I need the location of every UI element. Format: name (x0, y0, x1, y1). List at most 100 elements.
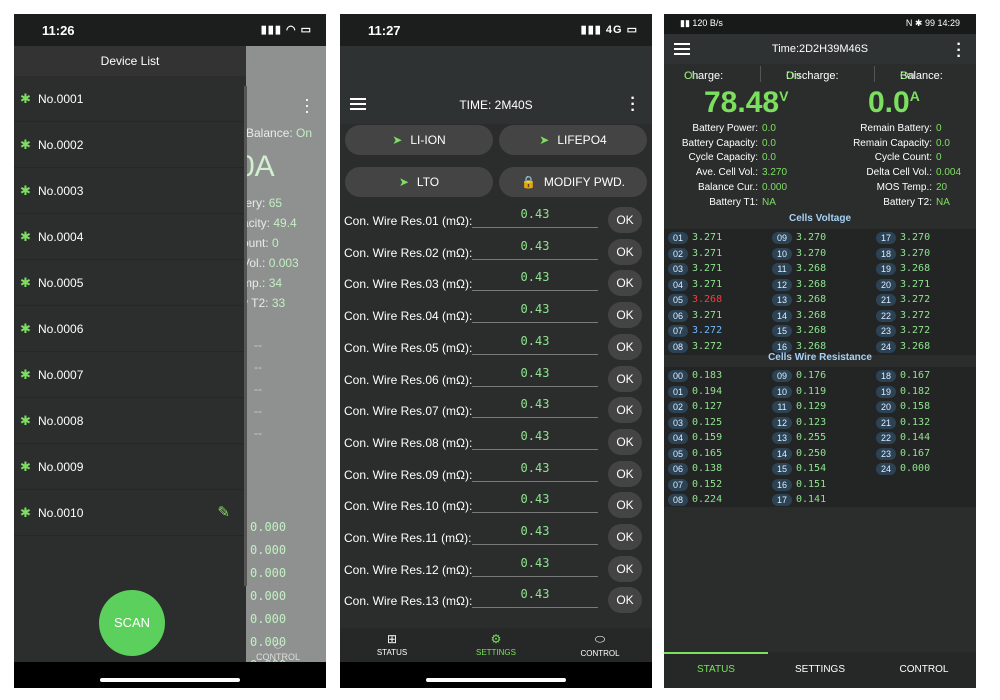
cell-value: 3.272 (900, 325, 931, 336)
tab-control[interactable]: ⬭ CONTROL (560, 632, 640, 658)
tab-status[interactable]: ⊞ STATUS (352, 632, 432, 657)
scan-button[interactable]: SCAN (99, 590, 165, 656)
wire-res-input[interactable]: 0.43 (472, 394, 598, 419)
cell-number: 16 (772, 478, 792, 491)
cell-number: 02 (668, 401, 688, 413)
kv-value: 0.004 (936, 167, 962, 179)
wire-res-input[interactable]: 0.43 (472, 331, 598, 355)
device-item[interactable]: ✱ No.0004 (14, 214, 246, 260)
device-item[interactable]: ✱ No.0006 (14, 306, 246, 352)
selected-tab-indicator (664, 652, 768, 654)
more-icon[interactable]: · · · (956, 37, 962, 65)
cell-value: 0.151 (796, 478, 827, 490)
wire-res-input[interactable]: 0.43 (472, 363, 598, 387)
cell-value: 0.176 (796, 370, 827, 381)
tab-settings[interactable]: ⚙ SETTINGS (456, 632, 536, 657)
device-item[interactable]: ✱ No.0002 (14, 122, 246, 168)
ok-button[interactable]: OK (608, 333, 642, 360)
ok-button[interactable]: OK (608, 460, 642, 487)
cell-number: 01 (668, 385, 688, 398)
wire-res-input[interactable]: 0.43 (472, 299, 598, 324)
bg-row-label: ount: (246, 236, 269, 250)
ok-button[interactable]: OK (608, 555, 642, 582)
cell-number: 18 (876, 247, 896, 260)
wire-res-input[interactable]: 0.43 (472, 584, 598, 609)
ok-button[interactable]: OK (608, 428, 642, 455)
ok-button[interactable]: OK (608, 492, 642, 519)
zero-value: 0.000 (250, 612, 287, 626)
device-item[interactable]: ✱ No.0010 ✎ (14, 490, 246, 536)
cell-value: 0.165 (692, 447, 723, 459)
bluetooth-icon: ✱ (20, 229, 31, 244)
home-indicator[interactable] (426, 678, 566, 682)
cell-item: 21 3.272 (874, 292, 976, 307)
wire-res-input[interactable]: 0.43 (472, 204, 598, 228)
lto-button[interactable]: ➤ LTO (345, 167, 493, 197)
cell-value: 0.182 (900, 385, 931, 397)
ok-button[interactable]: OK (608, 302, 642, 329)
cell-number: 19 (876, 263, 896, 275)
ok-button[interactable]: OK (608, 207, 642, 233)
tab-settings[interactable]: SETTINGS (768, 664, 872, 675)
cell-number: 08 (668, 340, 688, 353)
lifepo4-button[interactable]: ➤ LIFEPO4 (499, 125, 647, 155)
more-icon[interactable]: · · · (630, 91, 636, 119)
modify-password-button[interactable]: 🔒 MODIFY PWD. (499, 167, 647, 197)
ok-button[interactable]: OK (608, 238, 642, 265)
cell-value: 3.270 (796, 247, 827, 259)
device-item[interactable]: ✱ No.0007 (14, 352, 246, 398)
kv-value: NA (936, 196, 950, 208)
cell-number: 20 (876, 278, 896, 291)
wire-res-input[interactable]: 0.43 (472, 521, 598, 545)
switch-states: Charge: On Discharge: On Balance: On (664, 66, 976, 84)
wire-res-label: Con. Wire Res.11 (mΩ): (344, 531, 472, 545)
ok-button[interactable]: OK (608, 587, 642, 614)
device-item[interactable]: ✱ No.0008 (14, 398, 246, 444)
lock-icon: 🔒 (520, 175, 536, 189)
wire-resistance-grid: 00 0.183 01 0.194 02 0.127 03 0.125 04 0.159 05 0.1… (664, 367, 976, 507)
device-item[interactable]: ✱ No.0009 (14, 444, 246, 490)
wire-res-input[interactable]: 0.43 (472, 553, 598, 577)
cell-value: 3.268 (900, 340, 931, 352)
cell-number: 04 (668, 278, 688, 291)
device-drawer: Device List ✱ No.0001 ✱ No.0002 ✱ No.0003 ✱ No.… (14, 46, 247, 662)
ok-button[interactable]: OK (608, 397, 642, 424)
edit-icon[interactable]: ✎ (217, 503, 230, 521)
ok-button[interactable]: OK (608, 365, 642, 392)
ok-button[interactable]: OK (608, 524, 642, 550)
ok-button[interactable]: OK (608, 270, 642, 297)
wire-res-input[interactable]: 0.43 (472, 267, 598, 292)
cell-item: 20 0.158 (874, 399, 976, 414)
bg-row-label: mp.: (246, 276, 266, 290)
cell-value: 0.129 (796, 401, 827, 412)
cell-item: 03 0.125 (666, 415, 770, 430)
cell-item: 09 0.176 (770, 368, 874, 383)
kv-value: 0.0 (762, 152, 776, 164)
kv-row: Battery T1: NA (664, 197, 776, 208)
cell-number: 13 (772, 294, 792, 306)
wires-title: Cells Wire Resistance (768, 352, 872, 363)
wire-res-input[interactable]: 0.43 (472, 236, 598, 260)
kv-row: Remain Capacity: 0.0 (814, 138, 950, 149)
wire-res-input[interactable]: 0.43 (472, 458, 598, 482)
wire-res-label: Con. Wire Res.04 (mΩ): (344, 309, 473, 324)
bottom-nav: ⊞ STATUS ⚙ SETTINGS ⬭ CONTROL (340, 628, 652, 662)
home-indicator[interactable] (100, 678, 240, 682)
drawer-scrollbar[interactable] (244, 86, 247, 586)
wire-res-label: Con. Wire Res.13 (mΩ): (344, 594, 473, 609)
phone-settings: 11:27 ▮▮▮ 4G ▭ TIME: 2M40S · · · ➤ LI-ION ➤… (340, 14, 652, 688)
wire-res-input[interactable]: 0.43 (472, 489, 598, 514)
cell-number: 09 (772, 232, 792, 244)
wire-res-input[interactable]: 0.43 (472, 426, 598, 450)
tab-status[interactable]: STATUS (664, 664, 768, 675)
cell-number: 01 (668, 232, 688, 244)
home-indicator-area (340, 662, 652, 688)
wire-res-row: Con. Wire Res.07 (mΩ): 0.43 OK (340, 394, 652, 426)
device-name: No.0006 (38, 322, 84, 336)
li-ion-button[interactable]: ➤ LI-ION (345, 125, 493, 155)
tab-control[interactable]: CONTROL (872, 664, 976, 675)
device-item[interactable]: ✱ No.0001 (14, 76, 246, 122)
cell-number: 15 (772, 325, 792, 337)
device-item[interactable]: ✱ No.0005 (14, 260, 246, 306)
device-item[interactable]: ✱ No.0003 (14, 168, 246, 214)
